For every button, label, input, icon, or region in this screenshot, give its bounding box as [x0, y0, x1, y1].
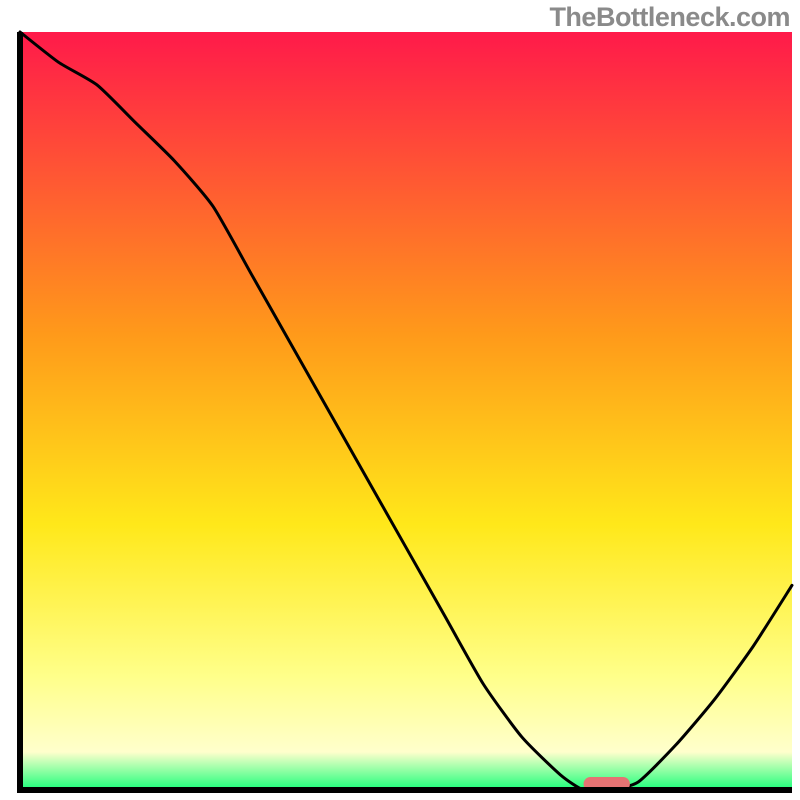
watermark-text: TheBottleneck.com — [549, 2, 790, 33]
chart-wrapper: TheBottleneck.com — [0, 0, 800, 800]
gradient-background — [20, 32, 792, 790]
bottleneck-chart — [0, 0, 800, 800]
